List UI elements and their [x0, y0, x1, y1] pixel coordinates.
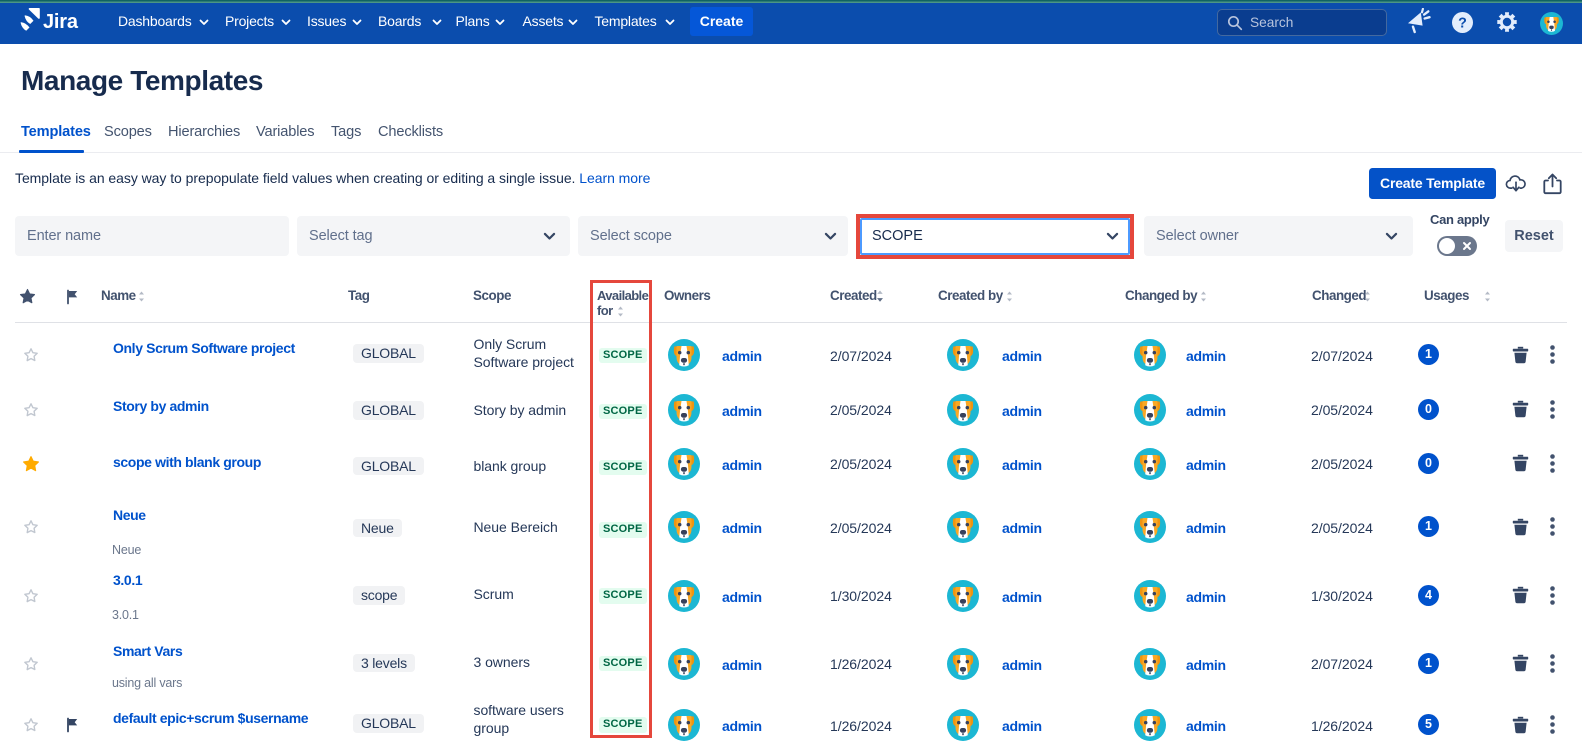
svg-text:?: ? — [1458, 15, 1467, 31]
